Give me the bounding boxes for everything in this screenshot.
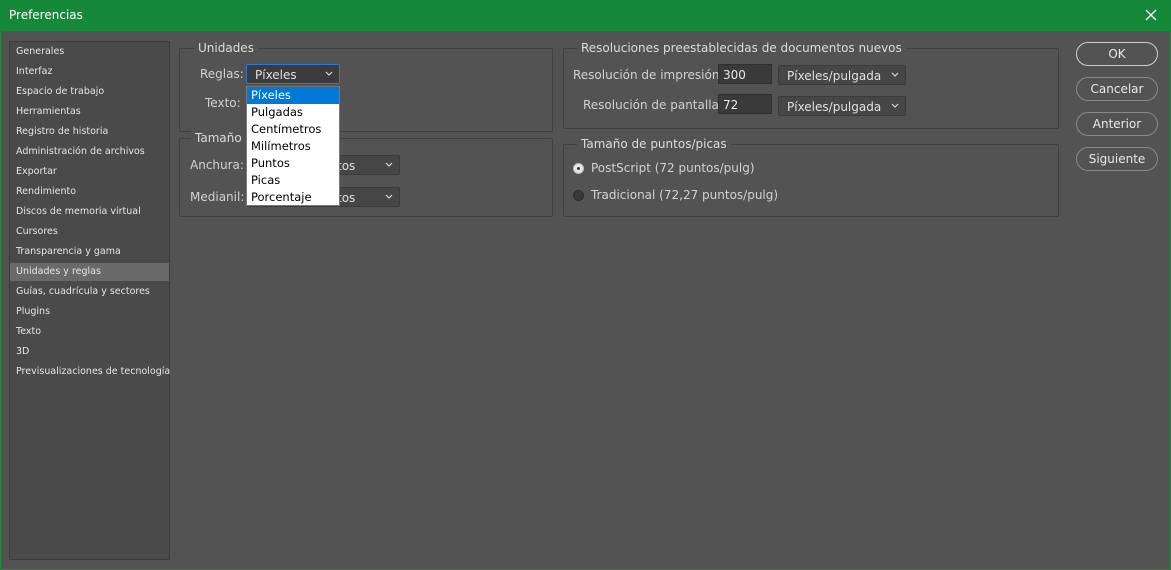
sidebar-item-herramientas[interactable]: Herramientas bbox=[10, 103, 169, 121]
sidebar-item-cursores[interactable]: Cursores bbox=[10, 223, 169, 241]
units-group-title: Unidades bbox=[194, 41, 258, 55]
postscript-label: PostScript (72 puntos/pulg) bbox=[591, 161, 755, 175]
column-size-group-title: Tamaño bbox=[191, 131, 246, 145]
rulers-dropdown-list: Píxeles Pulgadas Centímetros Milímetros … bbox=[246, 86, 340, 206]
width-label: Anchura: bbox=[190, 158, 244, 172]
title-bar: Preferencias bbox=[0, 0, 1171, 31]
next-button[interactable]: Siguiente bbox=[1076, 147, 1158, 171]
close-icon bbox=[1145, 9, 1157, 21]
traditional-radio[interactable] bbox=[573, 190, 584, 201]
sidebar: Generales Interfaz Espacio de trabajo He… bbox=[9, 41, 170, 560]
chevron-down-icon bbox=[385, 162, 393, 167]
point-size-group bbox=[563, 144, 1059, 217]
dropdown-option-centimetros[interactable]: Centímetros bbox=[247, 121, 339, 138]
sidebar-item-transparencia-y-gama[interactable]: Transparencia y gama bbox=[10, 243, 169, 261]
sidebar-item-generales[interactable]: Generales bbox=[10, 43, 169, 61]
dropdown-option-porcentaje[interactable]: Porcentaje bbox=[247, 189, 339, 206]
resolutions-group-title: Resoluciones preestablecidas de document… bbox=[577, 41, 906, 55]
sidebar-item-espacio-de-trabajo[interactable]: Espacio de trabajo bbox=[10, 83, 169, 101]
sidebar-item-3d[interactable]: 3D bbox=[10, 343, 169, 361]
sidebar-item-plugins[interactable]: Plugins bbox=[10, 303, 169, 321]
sidebar-item-guias-cuadricula-y-sectores[interactable]: Guías, cuadrícula y sectores bbox=[10, 283, 169, 301]
print-resolution-input[interactable]: 300 bbox=[718, 64, 772, 84]
sidebar-item-administracion-de-archivos[interactable]: Administración de archivos bbox=[10, 143, 169, 161]
screen-resolution-input[interactable]: 72 bbox=[718, 94, 772, 114]
ok-button[interactable]: OK bbox=[1076, 42, 1158, 66]
sidebar-item-discos-de-memoria-virtual[interactable]: Discos de memoria virtual bbox=[10, 203, 169, 221]
sidebar-item-interfaz[interactable]: Interfaz bbox=[10, 63, 169, 81]
dropdown-option-picas[interactable]: Picas bbox=[247, 172, 339, 189]
type-label: Texto: bbox=[205, 96, 241, 110]
window-title: Preferencias bbox=[9, 8, 83, 22]
sidebar-item-registro-de-historia[interactable]: Registro de historia bbox=[10, 123, 169, 141]
screen-resolution-unit-select[interactable]: Píxeles/pulgada bbox=[778, 96, 906, 116]
rulers-select[interactable]: Píxeles bbox=[246, 64, 340, 84]
rulers-select-value: Píxeles bbox=[255, 68, 297, 82]
dropdown-option-pulgadas[interactable]: Pulgadas bbox=[247, 104, 339, 121]
units-group bbox=[179, 48, 553, 132]
sidebar-item-previsualizaciones-de-tecnologia[interactable]: Previsualizaciones de tecnología bbox=[10, 363, 170, 381]
chevron-down-icon bbox=[385, 194, 393, 199]
resolutions-group bbox=[563, 48, 1059, 129]
postscript-radio[interactable] bbox=[573, 163, 584, 174]
cancel-button[interactable]: Cancelar bbox=[1076, 77, 1158, 101]
close-button[interactable] bbox=[1131, 0, 1171, 31]
print-resolution-unit-value: Píxeles/pulgada bbox=[787, 69, 882, 83]
dropdown-option-milimetros[interactable]: Milímetros bbox=[247, 138, 339, 155]
dropdown-option-pixeles[interactable]: Píxeles bbox=[247, 87, 339, 104]
rulers-label: Reglas: bbox=[200, 67, 244, 81]
gutter-label: Medianil: bbox=[190, 190, 245, 204]
chevron-down-icon bbox=[325, 71, 333, 76]
screen-resolution-unit-value: Píxeles/pulgada bbox=[787, 100, 882, 114]
chevron-down-icon bbox=[891, 72, 899, 77]
previous-button[interactable]: Anterior bbox=[1076, 112, 1158, 136]
sidebar-item-rendimiento[interactable]: Rendimiento bbox=[10, 183, 169, 201]
print-resolution-label: Resolución de impresión: bbox=[573, 68, 724, 82]
chevron-down-icon bbox=[891, 103, 899, 108]
screen-resolution-label: Resolución de pantalla: bbox=[583, 98, 723, 112]
sidebar-item-unidades-y-reglas[interactable]: Unidades y reglas bbox=[10, 263, 169, 281]
dropdown-option-puntos[interactable]: Puntos bbox=[247, 155, 339, 172]
print-resolution-unit-select[interactable]: Píxeles/pulgada bbox=[778, 65, 906, 85]
sidebar-item-texto[interactable]: Texto bbox=[10, 323, 169, 341]
sidebar-item-exportar[interactable]: Exportar bbox=[10, 163, 169, 181]
point-size-group-title: Tamaño de puntos/picas bbox=[577, 137, 731, 151]
traditional-label: Tradicional (72,27 puntos/pulg) bbox=[591, 188, 779, 202]
